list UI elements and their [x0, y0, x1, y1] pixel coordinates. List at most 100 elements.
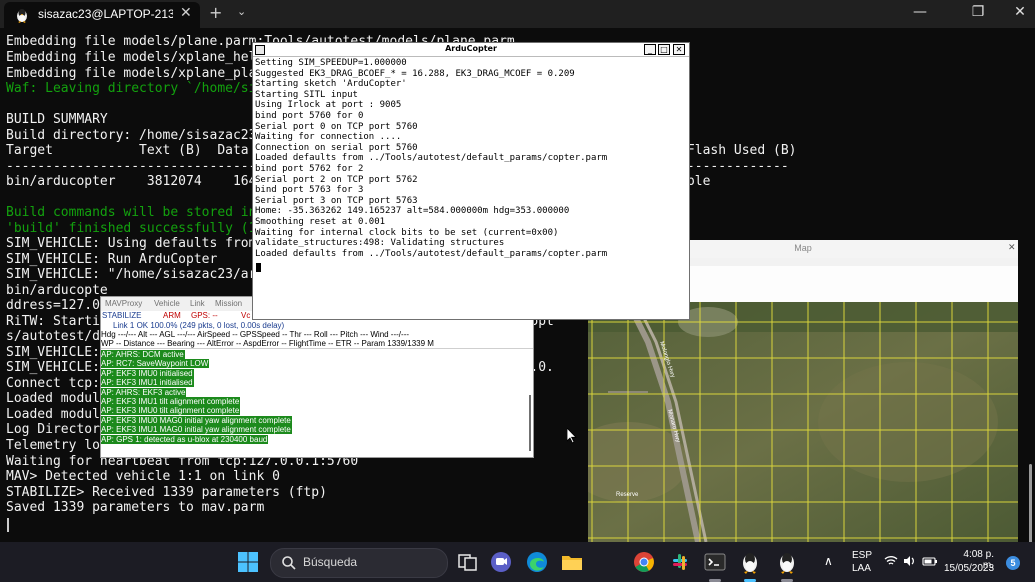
terminal-line: SIM_VEHICLE: Run ArduCopter — [6, 252, 218, 267]
terminal-line: BUILD SUMMARY — [6, 112, 108, 127]
terminal-line: Telemetry lo — [6, 438, 100, 453]
list-item: AP: EKF3 IMU0 initialised — [101, 368, 194, 378]
terminal-line: SIM_VEHICLE: "/home/sisazac23/ar — [6, 267, 257, 282]
arducopter-window[interactable]: ArduCopter _ □ ✕ Setting SIM_SPEEDUP=1.0… — [252, 42, 690, 320]
arm-status: ARM — [163, 311, 181, 320]
minimize-button[interactable]: — — [900, 4, 940, 20]
terminal-line: 'build' finished successfully (1 — [6, 221, 257, 236]
console-line: Home: -35.363262 149.165237 alt=584.0000… — [255, 206, 570, 217]
linux-penguin-icon[interactable] — [738, 550, 762, 574]
terminal-line: MAV> Detected vehicle 1:1 on link 0 — [6, 469, 280, 484]
terminal-line: Connect tcp: — [6, 376, 100, 391]
wifi-icon[interactable] — [884, 555, 898, 567]
console-line: Starting sketch 'ArduCopter' — [255, 79, 407, 90]
task-view-icon[interactable] — [456, 550, 480, 574]
menu-link[interactable]: Link — [190, 299, 205, 308]
gps-status: GPS: -- — [191, 311, 218, 320]
vcc-status: Vc — [241, 311, 251, 320]
divider — [101, 348, 533, 349]
list-item: AP: RC7: SaveWaypoint LOW — [101, 359, 210, 369]
chrome-icon[interactable] — [632, 550, 656, 574]
menu-vehicle[interactable]: Vehicle — [154, 299, 180, 308]
console-line: Setting SIM_SPEEDUP=1.000000 — [255, 58, 407, 68]
menu-mavproxy[interactable]: MAVProxy — [105, 299, 142, 308]
volume-icon[interactable] — [903, 555, 917, 567]
terminal-scrollbar[interactable] — [1029, 464, 1032, 550]
map-close-button[interactable]: ✕ — [1008, 243, 1016, 253]
search-icon — [282, 556, 296, 570]
chat-icon[interactable] — [489, 550, 513, 574]
terminal-icon[interactable] — [703, 550, 727, 574]
taskbar: Búsqueda ∧ ESP LAA 4:08 p. m. 15/05/2023… — [0, 542, 1035, 582]
input-language[interactable]: ESP — [852, 550, 872, 561]
list-item: AP: EKF3 IMU0 tilt alignment complete — [101, 406, 241, 416]
terminal-line: Build commands will be stored in — [6, 205, 257, 220]
list-item: AP: EKF3 IMU1 initialised — [101, 378, 194, 388]
chevron-up-icon[interactable]: ∧ — [824, 554, 833, 568]
clock-date[interactable]: 15/05/2023 — [944, 563, 994, 574]
console-line: Starting SITL input — [255, 89, 358, 100]
terminal-line: Embedding file models/xplane_plan — [6, 66, 265, 81]
search-input[interactable]: Búsqueda — [270, 548, 448, 578]
minimize-button[interactable]: _ — [644, 44, 656, 55]
menu-mission[interactable]: Mission — [215, 299, 242, 308]
close-button[interactable]: ✕ — [1000, 4, 1035, 20]
windows-start-icon[interactable] — [236, 550, 260, 574]
flight-mode: STABILIZE — [102, 311, 142, 320]
console-line: Loaded defaults from ../Tools/autotest/d… — [255, 248, 608, 259]
linux-penguin-icon[interactable] — [775, 550, 799, 574]
console-line: Serial port 2 on TCP port 5762 — [255, 174, 418, 185]
chevron-down-icon[interactable]: ⌄ — [237, 5, 246, 18]
terminal-line: Embedding file models/xplane_heli — [6, 50, 265, 65]
list-item: AP: EKF3 IMU0 MAG0 initial yaw alignment… — [101, 415, 292, 425]
arducopter-title: ArduCopter — [445, 44, 497, 53]
slack-icon[interactable] — [668, 550, 692, 574]
search-placeholder: Búsqueda — [303, 555, 358, 569]
arducopter-title-bar[interactable]: ArduCopter _ □ ✕ — [253, 43, 689, 57]
list-item: AP: GPS 1: detected as u-blox at 230400 … — [101, 434, 269, 444]
mavproxy-console[interactable]: MAVProxy Vehicle Link Mission STABILIZE … — [100, 296, 534, 458]
console-line: Serial port 0 on TCP port 5760 — [255, 121, 418, 132]
console-line: Serial port 3 on TCP port 5763 — [255, 195, 418, 206]
terminal-cursor — [7, 518, 9, 532]
edge-browser-icon[interactable] — [525, 550, 549, 574]
maximize-button[interactable]: □ — [658, 44, 670, 55]
file-explorer-icon[interactable] — [560, 550, 584, 574]
console-line: Suggested EK3_DRAG_BCOEF_* = 16.288, EK3… — [255, 68, 575, 79]
tab-close-icon[interactable]: ✕ — [180, 5, 192, 21]
list-item: AP: AHRS: EKF3 active — [101, 387, 187, 397]
satellite-map[interactable]: Molonglo Hwy Monaro Hwy Reserve — [588, 302, 1018, 542]
terminal-tab[interactable]: sisazac23@LAPTOP-213JPNS9 ✕ — [4, 2, 200, 28]
mouse-pointer-icon — [567, 428, 577, 444]
terminal-line: bin/arducopte — [6, 283, 108, 298]
terminal-line: Log Director — [6, 422, 100, 437]
console-line: Loaded defaults from ../Tools/autotest/d… — [255, 153, 608, 164]
battery-icon[interactable] — [922, 555, 938, 567]
new-tab-button[interactable]: + — [209, 3, 222, 22]
terminal-line: Build directory: /home/sisazac23/ — [6, 128, 265, 143]
terminal-line: STABILIZE> Received 1339 parameters (ftp… — [6, 485, 327, 500]
maximize-button[interactable]: ❐ — [958, 4, 998, 20]
notification-badge[interactable]: 5 — [1006, 556, 1020, 570]
terminal-line: SIM_VEHICLE: — [6, 345, 100, 360]
list-item: AP: EKF3 IMU1 tilt alignment complete — [101, 396, 241, 406]
console-line: Using Irlock at port : 9005 — [255, 100, 402, 111]
console-line: validate_structures:498: Validating stru… — [255, 238, 505, 249]
terminal-tab-bar: sisazac23@LAPTOP-213JPNS9 ✕ + ⌄ — ❐ ✕ — [0, 0, 1035, 28]
console-line: bind port 5760 for 0 — [255, 111, 364, 121]
terminal-line: Loaded module — [6, 407, 108, 422]
terminal-line: s/autotest/de — [6, 329, 108, 344]
console-cursor — [256, 263, 261, 272]
console-line: bind port 5763 for 3 — [255, 185, 364, 196]
console-line: Waiting for connection .... — [255, 132, 402, 143]
terminal-line: ddress=127.0 — [6, 298, 100, 313]
list-item: AP: AHRS: DCM active — [101, 350, 185, 359]
terminal-line: SIM_VEHICLE: Using defaults from — [6, 236, 257, 251]
terminal-line: Saved 1339 parameters to mav.parm — [6, 500, 265, 515]
terminal-line: Waf: Leaving directory `/home/sis — [6, 81, 265, 96]
console-line: Smoothing reset at 0.001 — [255, 217, 386, 227]
mavproxy-scrollbar[interactable] — [529, 395, 531, 451]
close-button[interactable]: ✕ — [673, 44, 685, 55]
console-line: Connection on serial port 5760 — [255, 142, 418, 153]
keyboard-layout[interactable]: LAA — [852, 563, 871, 574]
